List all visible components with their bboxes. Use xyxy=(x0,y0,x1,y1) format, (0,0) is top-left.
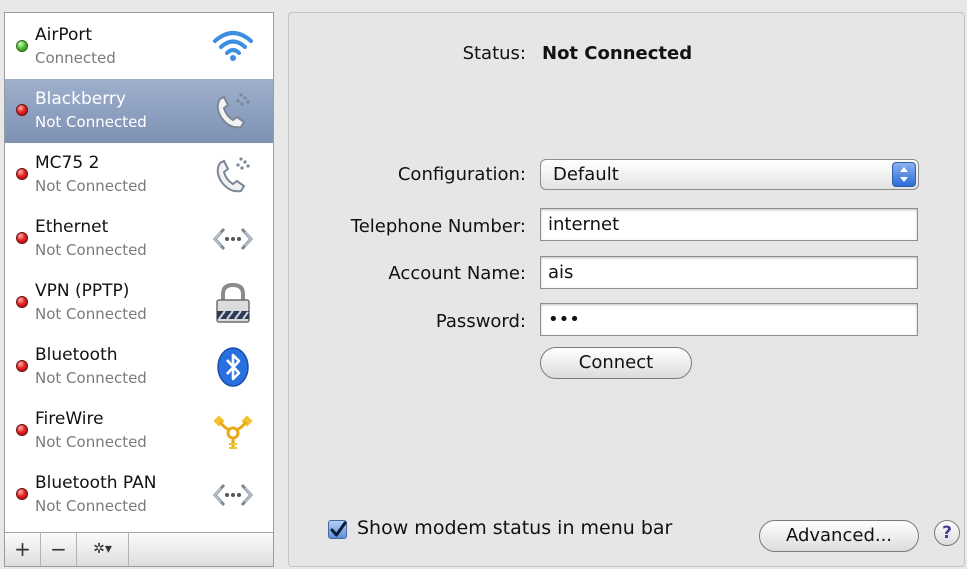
checkmark-icon xyxy=(330,521,347,537)
status-red-dot xyxy=(16,104,28,116)
service-status: Not Connected xyxy=(35,113,147,131)
service-name: VPN (PPTP) xyxy=(35,281,130,301)
connect-button[interactable]: Connect xyxy=(540,347,692,379)
service-list: AirPort Connected Blackberry Not Connect… xyxy=(5,13,273,533)
service-row-mc75-2[interactable]: MC75 2 Not Connected xyxy=(5,143,273,207)
service-status: Not Connected xyxy=(35,305,147,323)
status-red-dot xyxy=(16,296,28,308)
sidebar-toolbar: + − ✲▾ xyxy=(5,532,273,566)
service-status: Not Connected xyxy=(35,433,147,451)
firewire-icon xyxy=(211,409,255,453)
service-status: Not Connected xyxy=(35,497,147,515)
help-button[interactable]: ? xyxy=(934,520,960,546)
show-modem-status-label: Show modem status in menu bar xyxy=(357,517,673,539)
password-field[interactable]: ••• xyxy=(540,303,918,336)
service-status: Not Connected xyxy=(35,369,147,387)
action-menu-button[interactable]: ✲▾ xyxy=(77,533,129,566)
service-name: MC75 2 xyxy=(35,153,100,173)
wifi-icon xyxy=(211,25,255,69)
status-red-dot xyxy=(16,424,28,436)
show-modem-status-checkbox[interactable] xyxy=(328,520,347,539)
service-status: Not Connected xyxy=(35,241,147,259)
status-label: Status: xyxy=(462,43,526,64)
status-green-dot xyxy=(16,40,28,52)
popup-arrows-icon xyxy=(892,162,916,187)
service-status: Not Connected xyxy=(35,177,147,195)
ethernet-icon xyxy=(211,473,255,517)
service-detail-pane: Status: Not Connected Configuration: Def… xyxy=(288,12,965,567)
status-red-dot xyxy=(16,168,28,180)
service-row-vpn-pptp[interactable]: VPN (PPTP) Not Connected xyxy=(5,271,273,335)
status-red-dot xyxy=(16,488,28,500)
add-service-button[interactable]: + xyxy=(5,533,41,566)
service-row-firewire[interactable]: FireWire Not Connected xyxy=(5,399,273,463)
phone-modem-icon xyxy=(211,153,255,197)
ethernet-icon xyxy=(211,217,255,261)
phone-modem-icon xyxy=(211,89,255,133)
account-name-field[interactable]: ais xyxy=(540,256,918,289)
telephone-number-field[interactable]: internet xyxy=(540,208,918,241)
telephone-number-label: Telephone Number: xyxy=(350,216,526,237)
configuration-value: Default xyxy=(553,164,619,185)
bluetooth-icon xyxy=(211,345,255,389)
service-row-blackberry[interactable]: Blackberry Not Connected xyxy=(5,79,273,143)
password-label: Password: xyxy=(435,311,526,332)
service-row-bluetooth[interactable]: Bluetooth Not Connected xyxy=(5,335,273,399)
service-row-airport[interactable]: AirPort Connected xyxy=(5,15,273,79)
service-row-bluetooth-pan[interactable]: Bluetooth PAN Not Connected xyxy=(5,463,273,527)
service-name: AirPort xyxy=(35,25,93,45)
status-red-dot xyxy=(16,232,28,244)
account-name-label: Account Name: xyxy=(388,263,526,284)
service-name: FireWire xyxy=(35,409,104,429)
advanced-button[interactable]: Advanced... xyxy=(759,520,919,552)
service-status: Connected xyxy=(35,49,116,67)
configuration-popup[interactable]: Default xyxy=(540,159,919,190)
service-name: Blackberry xyxy=(35,89,126,109)
service-row-ethernet[interactable]: Ethernet Not Connected xyxy=(5,207,273,271)
service-name: Bluetooth xyxy=(35,345,118,365)
status-value: Not Connected xyxy=(542,43,693,64)
remove-service-button[interactable]: − xyxy=(41,533,77,566)
status-red-dot xyxy=(16,360,28,372)
service-list-sidebar: AirPort Connected Blackberry Not Connect… xyxy=(4,12,274,567)
service-name: Ethernet xyxy=(35,217,109,237)
service-name: Bluetooth PAN xyxy=(35,473,157,493)
vpn-lock-icon xyxy=(211,281,255,325)
configuration-label: Configuration: xyxy=(397,164,526,185)
